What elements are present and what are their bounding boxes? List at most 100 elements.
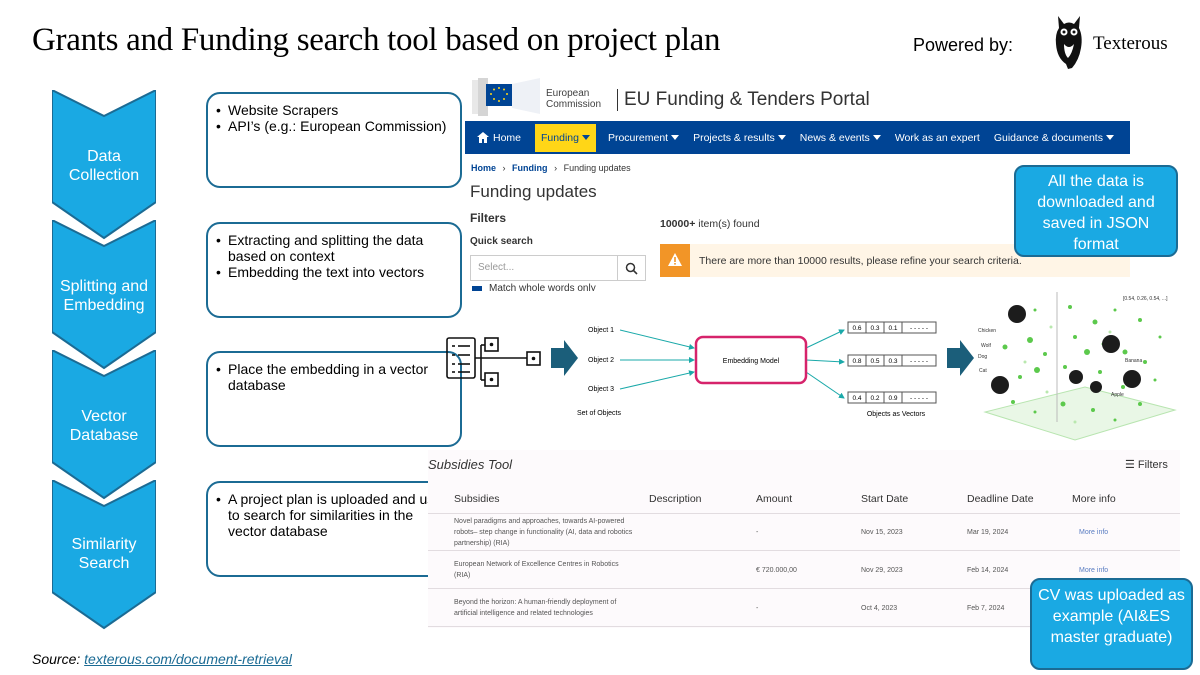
breadcrumb-home[interactable]: Home xyxy=(471,163,496,173)
filters-label: Filters xyxy=(1137,459,1168,471)
chicken-icon xyxy=(1008,305,1026,323)
vector-space-illustration: Chicken Wolf Dog Cat Banana Apple [0.54,… xyxy=(978,292,1177,441)
vector-value: 0.6 xyxy=(852,325,861,332)
nav-home[interactable]: Home xyxy=(477,132,521,144)
bullet: Place the embedding in a vector database xyxy=(216,361,450,393)
nav-label: Work as an expert xyxy=(894,131,980,144)
space-label: Dog xyxy=(978,354,987,360)
space-label: Apple xyxy=(1111,392,1124,398)
more-info-link[interactable]: More info xyxy=(1079,527,1108,538)
banana-icon xyxy=(1102,335,1120,353)
owl-logo-icon xyxy=(1055,16,1082,69)
chevron-down-icon xyxy=(581,135,590,140)
match-whole-words-checkbox[interactable] xyxy=(472,286,482,291)
nav-label: Home xyxy=(493,131,522,144)
bullet: Extracting and splitting the data based … xyxy=(216,232,450,264)
column-header: Start Date xyxy=(861,493,909,505)
subsidy-deadline: Feb 14, 2024 xyxy=(967,567,1009,574)
filters-heading: Filters xyxy=(470,211,507,225)
warning-icon xyxy=(668,253,682,266)
breadcrumb-funding[interactable]: Funding xyxy=(512,163,548,173)
vector-value: 0.3 xyxy=(870,325,879,332)
search-button[interactable] xyxy=(618,255,646,281)
nav-label: Guidance & documents xyxy=(993,131,1103,144)
arrow-right-icon xyxy=(947,340,974,376)
vector-row: 0.6 0.3 0.1 - - - - - xyxy=(847,321,937,334)
quick-search-label: Quick search xyxy=(470,236,533,247)
subsidies-title: Subsidies Tool xyxy=(428,457,513,472)
bullet: Embedding the text into vectors xyxy=(216,264,450,280)
stage-label: Splitting and Embedding xyxy=(59,278,149,314)
object-label: Object 1 xyxy=(588,327,614,334)
vector-value: 0.3 xyxy=(888,358,897,365)
subsidy-amount: € 720.000,00 xyxy=(756,567,797,574)
subsidy-deadline: Feb 7, 2024 xyxy=(967,605,1005,612)
subsidies-filters-button[interactable]: ☰ Filters xyxy=(1125,458,1168,471)
subsidy-amount: - xyxy=(756,605,759,612)
stage-label: Vector Database xyxy=(69,408,139,444)
space-vector-label: [0.54, 0.26, 0.54, ...] xyxy=(1123,296,1168,302)
column-header: Subsidies xyxy=(454,493,500,505)
object-label: Object 3 xyxy=(588,386,614,393)
breadcrumb-current: Funding updates xyxy=(563,163,631,173)
vector-row: 0.8 0.5 0.3 - - - - - xyxy=(847,354,937,367)
subsidy-name: Novel paradigms and approaches, towards … xyxy=(454,518,633,547)
nav-news-events[interactable]: News & events xyxy=(800,132,881,144)
vector-value: 0.2 xyxy=(870,395,879,402)
vector-value: 0.8 xyxy=(852,358,861,365)
warning-text: There are more than 10000 results, pleas… xyxy=(699,255,1022,267)
nav-work-as-expert[interactable]: Work as an expert xyxy=(895,132,980,144)
object-label: Object 2 xyxy=(588,357,614,364)
filter-icon: ☰ xyxy=(1125,459,1135,471)
chevron-down-icon xyxy=(777,135,786,140)
document-tree-icon xyxy=(446,337,541,387)
vectors-label: Objects as Vectors xyxy=(867,411,926,418)
chevron-down-icon xyxy=(671,135,680,140)
vector-value: - - - - - xyxy=(910,325,928,332)
stage-box: Extracting and splitting the data based … xyxy=(206,222,462,318)
vector-value: 0.9 xyxy=(888,395,897,402)
callout-json: All the data is downloaded and saved in … xyxy=(1014,165,1178,257)
subsidy-name: European Network of Excellence Centres i… xyxy=(454,561,619,579)
nav-label: News & events xyxy=(799,131,870,144)
more-info-link[interactable]: More info xyxy=(1079,565,1108,576)
results-suffix: item(s) found xyxy=(695,218,760,230)
subsidy-amount: - xyxy=(756,529,759,536)
stage-label: Data Collection xyxy=(68,148,140,184)
space-label: Banana xyxy=(1125,358,1142,364)
space-label: Chicken xyxy=(978,328,996,334)
nav-label: Projects & results xyxy=(693,131,775,144)
nav-guidance-documents[interactable]: Guidance & documents xyxy=(994,132,1114,144)
portal-title: EU Funding & Tenders Portal xyxy=(617,89,870,111)
embedding-diagram: Object 1 Object 2 Object 3 Set of Object… xyxy=(446,321,974,418)
apple-icon xyxy=(1123,370,1141,388)
ec-line: European xyxy=(546,88,590,99)
results-number: 10000+ xyxy=(660,218,696,230)
bullet: A project plan is uploaded and used to s… xyxy=(216,491,450,539)
column-header: Description xyxy=(649,493,702,505)
stage-box: Website ScrapersAPI’s (e.g.: European Co… xyxy=(206,92,462,188)
brand-name: Texterous xyxy=(1093,33,1168,54)
divider xyxy=(428,513,1180,514)
ec-name: European Commission xyxy=(546,88,601,110)
arrow-right-icon xyxy=(551,340,578,376)
stage-data-collection: Data Collection Website ScrapersAPI’s (e… xyxy=(52,90,462,240)
source-label: Source: xyxy=(32,651,81,667)
nav-projects-results[interactable]: Projects & results xyxy=(693,132,786,144)
vector-value: 0.1 xyxy=(888,325,897,332)
column-header: More info xyxy=(1072,493,1116,505)
space-label: Cat xyxy=(979,368,987,374)
vector-row: 0.4 0.2 0.9 - - - - - xyxy=(847,391,937,404)
funding-updates-title: Funding updates xyxy=(470,182,597,201)
home-icon xyxy=(477,132,489,143)
breadcrumb-separator-icon: › xyxy=(554,163,558,173)
subsidy-start: Oct 4, 2023 xyxy=(861,605,898,612)
nav-procurement[interactable]: Procurement xyxy=(608,132,680,144)
nav-funding[interactable]: Funding xyxy=(535,123,596,152)
vector-value: - - - - - xyxy=(910,395,928,402)
quick-search-select[interactable]: Select... xyxy=(470,255,618,281)
portal-nav: Home Funding Procurement Projects & resu… xyxy=(465,121,1130,154)
breadcrumb: Home › Funding › Funding updates xyxy=(471,163,631,173)
source-link[interactable]: texterous.com/document-retrieval xyxy=(84,651,292,667)
nav-label: Funding xyxy=(541,131,579,144)
